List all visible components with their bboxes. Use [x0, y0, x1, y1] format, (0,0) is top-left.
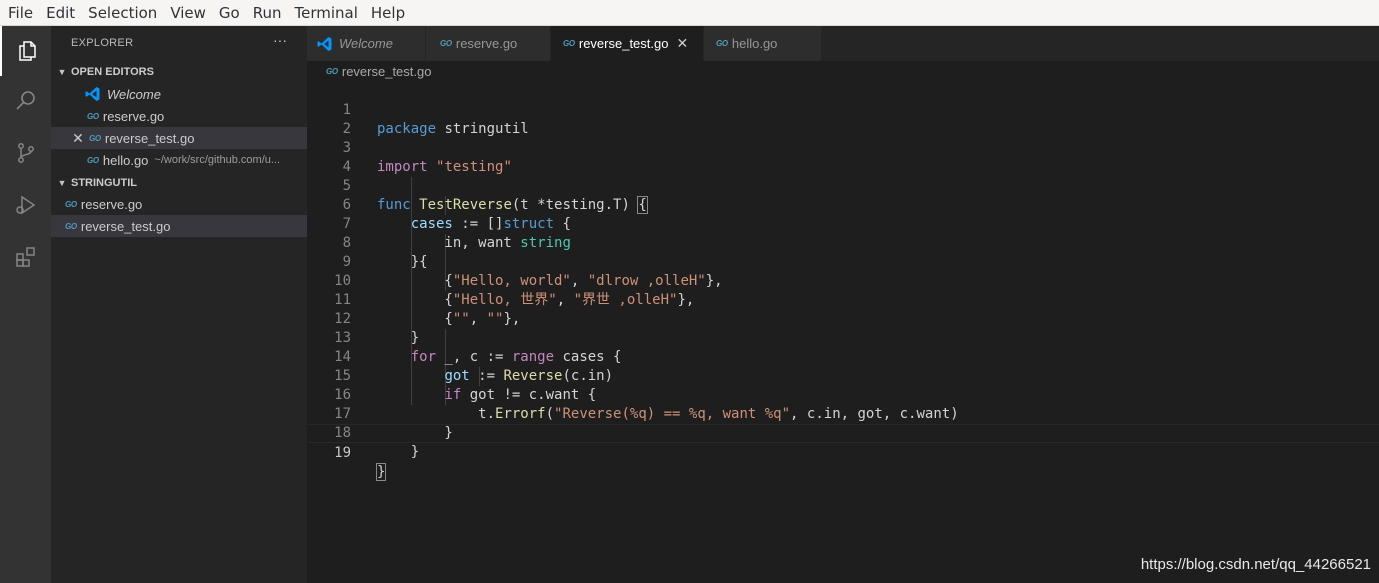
file-reverse-test-go[interactable]: GO reverse_test.go	[51, 215, 321, 237]
search-icon	[15, 91, 35, 110]
source-control-icon	[17, 143, 34, 163]
file-label: reverse_test.go	[80, 218, 171, 234]
folder-label: STRINGUTIL	[71, 177, 137, 189]
open-editor-label: Welcome	[107, 86, 161, 102]
tab-label: reverse_test.go	[578, 36, 669, 51]
tab-reserve-go[interactable]: GO reserve.go	[426, 26, 551, 61]
tab-reverse-test-go[interactable]: GO reverse_test.go ✕	[551, 26, 704, 61]
code-line: 18 }	[307, 405, 1379, 460]
code-line: 1 package stringutil	[307, 82, 1379, 137]
editor-tabs: Welcome GO reserve.go GO reverse_test.go…	[307, 26, 1379, 61]
source-control-button[interactable]	[0, 128, 51, 178]
open-editor-label: reverse_test.go	[104, 130, 195, 146]
open-editors-header[interactable]: ▼ OPEN EDITORS	[51, 61, 307, 83]
go-file-icon: GO	[87, 111, 99, 121]
explorer-sidebar: EXPLORER ··· ▼ OPEN EDITORS Welcome GO r…	[51, 26, 327, 583]
go-file-icon: GO	[326, 67, 338, 76]
menu-view[interactable]: View	[170, 4, 206, 22]
menu-edit[interactable]: Edit	[46, 4, 75, 22]
chevron-down-icon: ▼	[57, 178, 67, 188]
watermark: https://blog.csdn.net/qq_44266521	[1140, 556, 1371, 573]
run-debug-button[interactable]	[0, 180, 51, 230]
go-file-icon: GO	[563, 39, 575, 48]
menu-file[interactable]: File	[8, 4, 33, 22]
code-line: 8 }{	[307, 215, 1379, 270]
menu-bar: File Edit Selection View Go Run Terminal…	[0, 0, 1379, 26]
open-editor-label: hello.go	[102, 152, 149, 168]
code-line: 17 }	[307, 386, 1379, 441]
go-file-icon: GO	[65, 199, 77, 209]
go-file-icon: GO	[65, 221, 77, 231]
open-editor-reserve[interactable]: GO reserve.go	[51, 105, 343, 127]
code-line: 14 got := Reverse(c.in)	[307, 329, 1379, 384]
current-line: 19 }	[307, 424, 1379, 481]
open-editors-label: OPEN EDITORS	[71, 66, 154, 78]
file-reserve-go[interactable]: GO reserve.go	[51, 193, 321, 215]
code-line: 5 func TestReverse(t *testing.T) {	[307, 158, 1379, 214]
code-line: 13 for _, c := range cases {	[307, 310, 1379, 365]
go-file-icon: GO	[87, 155, 99, 165]
search-button[interactable]	[0, 76, 51, 126]
files-icon	[18, 41, 36, 61]
code-line: 7 in, want string	[307, 196, 1379, 251]
vscode-icon	[85, 87, 100, 101]
menu-help[interactable]: Help	[371, 4, 405, 22]
open-editor-hello[interactable]: GO hello.go ~/work/src/github.com/u...	[51, 149, 343, 171]
more-actions-icon[interactable]: ···	[273, 32, 287, 48]
code-line: 10 {"Hello, 世界", "界世 ,olleH"},	[307, 253, 1379, 308]
close-icon[interactable]: ✕	[71, 130, 85, 147]
go-file-icon: GO	[440, 39, 452, 48]
file-path-hint: ~/work/src/github.com/u...	[154, 154, 281, 166]
code-line: 15 if got != c.want {	[307, 348, 1379, 403]
activity-bar	[0, 26, 51, 583]
code-editor[interactable]: 1 package stringutil 2 3 import "testing…	[307, 82, 1379, 583]
sidebar-title: EXPLORER	[71, 37, 134, 49]
go-file-icon: GO	[89, 133, 101, 143]
tab-welcome[interactable]: Welcome	[307, 26, 426, 61]
menu-terminal[interactable]: Terminal	[295, 4, 358, 22]
open-editor-reverse-test[interactable]: ✕ GO reverse_test.go	[51, 127, 327, 149]
code-text: }	[375, 463, 387, 481]
open-editor-welcome[interactable]: Welcome	[51, 83, 341, 105]
code-line: 11 {"", ""},	[307, 272, 1379, 327]
code-line: 6 cases := []struct {	[307, 177, 1379, 232]
folder-header[interactable]: ▼ STRINGUTIL	[51, 172, 307, 194]
run-debug-icon	[15, 195, 35, 215]
code-line: 2	[307, 101, 1379, 137]
code-line: 9 {"Hello, world", "dlrow ,olleH"},	[307, 234, 1379, 289]
breadcrumb-file: reverse_test.go	[341, 64, 432, 79]
code-line: 16 t.Errorf("Reverse(%q) == %q, want %q"…	[307, 367, 1379, 422]
menu-run[interactable]: Run	[253, 4, 282, 22]
go-file-icon: GO	[716, 39, 728, 48]
tab-label: Welcome	[339, 36, 393, 51]
open-editor-label: reserve.go	[102, 108, 165, 124]
code-text: }	[377, 444, 420, 460]
code-line: 4	[307, 139, 1379, 175]
menu-selection[interactable]: Selection	[88, 4, 157, 22]
vscode-icon	[317, 36, 332, 51]
explorer-button[interactable]	[0, 26, 51, 76]
code-line: 12 }	[307, 291, 1379, 346]
close-icon[interactable]: ✕	[676, 35, 688, 52]
chevron-down-icon: ▼	[57, 67, 67, 77]
menu-go[interactable]: Go	[219, 4, 240, 22]
extensions-icon	[15, 247, 35, 267]
file-label: reserve.go	[80, 196, 143, 212]
tab-label: hello.go	[731, 36, 778, 51]
line-number: 19	[334, 445, 351, 461]
tab-label: reserve.go	[455, 36, 518, 51]
code-line: 3 import "testing"	[307, 120, 1379, 175]
breadcrumb[interactable]: GO reverse_test.go	[326, 64, 431, 79]
extensions-button[interactable]	[0, 232, 51, 282]
tab-hello-go[interactable]: GO hello.go	[704, 26, 822, 61]
